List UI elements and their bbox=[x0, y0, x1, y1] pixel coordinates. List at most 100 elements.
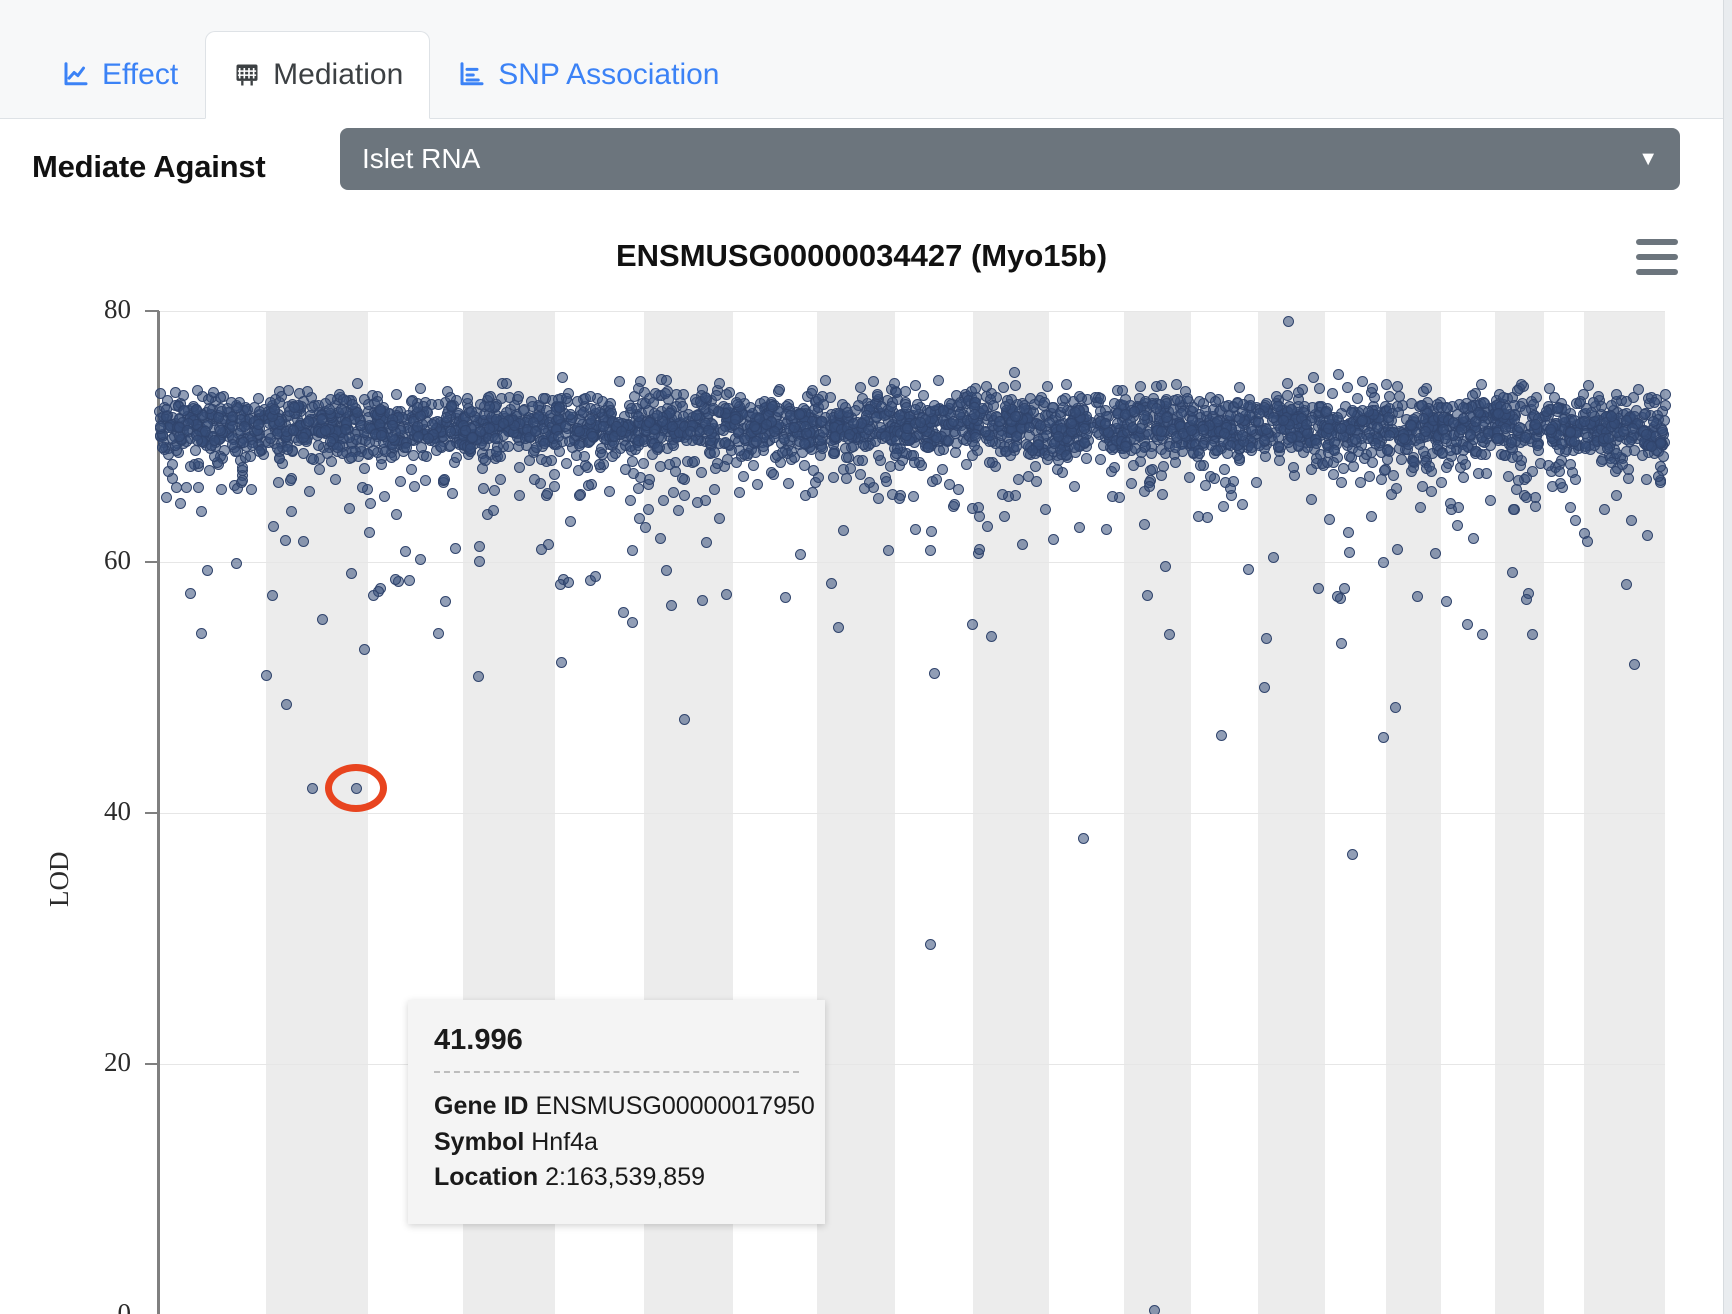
mediation-scatter-plot[interactable]: 02040608012345678910111213141516171819X … bbox=[0, 217, 1723, 1314]
scatter-point bbox=[220, 415, 231, 426]
scatter-point bbox=[376, 430, 387, 441]
scatter-point bbox=[1050, 422, 1061, 433]
scatter-point bbox=[633, 411, 644, 422]
scatter-point bbox=[588, 428, 599, 439]
scatter-point bbox=[1194, 448, 1205, 459]
scatter-point bbox=[903, 426, 914, 437]
tooltip-row-gene-id: Gene ID ENSMUSG00000017950 bbox=[434, 1089, 799, 1125]
scatter-point bbox=[209, 435, 220, 446]
scatter-point bbox=[1094, 413, 1105, 424]
scatter-point bbox=[600, 405, 611, 416]
scatter-point bbox=[1460, 459, 1471, 470]
scatter-point bbox=[254, 414, 265, 425]
scatter-point bbox=[621, 431, 632, 442]
scatter-point bbox=[1571, 398, 1582, 409]
scatter-point bbox=[1361, 429, 1372, 440]
scatter-point bbox=[1244, 394, 1255, 405]
scatter-point bbox=[588, 431, 599, 442]
scatter-point bbox=[896, 409, 907, 420]
scatter-point bbox=[1106, 466, 1117, 477]
scatter-point bbox=[617, 418, 628, 429]
tab-effect[interactable]: Effect bbox=[34, 31, 205, 119]
scatter-point bbox=[759, 409, 770, 420]
scatter-point bbox=[960, 389, 971, 400]
scatter-point bbox=[253, 413, 264, 424]
scatter-point bbox=[1445, 445, 1456, 456]
scatter-point bbox=[598, 421, 609, 432]
scatter-point bbox=[1327, 388, 1338, 399]
scatter-point bbox=[1072, 413, 1083, 424]
scatter-point bbox=[1370, 405, 1381, 416]
scatter-point bbox=[799, 460, 810, 471]
scatter-point bbox=[1060, 393, 1071, 404]
scatter-point bbox=[1329, 445, 1340, 456]
scatter-point bbox=[1100, 418, 1111, 429]
scatter-point bbox=[445, 440, 456, 451]
scatter-point bbox=[789, 419, 800, 430]
scatter-point bbox=[1551, 418, 1562, 429]
scatter-point bbox=[598, 415, 609, 426]
scatter-point bbox=[1213, 423, 1224, 434]
scatter-point bbox=[563, 577, 574, 588]
scatter-point bbox=[566, 414, 577, 425]
scatter-point bbox=[374, 429, 385, 440]
scatter-point bbox=[756, 417, 767, 428]
scatter-point bbox=[943, 408, 954, 419]
tab-mediation[interactable]: Mediation bbox=[205, 31, 430, 119]
scatter-point bbox=[1070, 407, 1081, 418]
page-scrollbar[interactable] bbox=[1723, 0, 1732, 1314]
scatter-point bbox=[1234, 439, 1245, 450]
scatter-point bbox=[1081, 424, 1092, 435]
scatter-point bbox=[1210, 426, 1221, 437]
scatter-point bbox=[1482, 413, 1493, 424]
scatter-point bbox=[1556, 403, 1567, 414]
scatter-point bbox=[1203, 423, 1214, 434]
scatter-point bbox=[385, 439, 396, 450]
scatter-point bbox=[421, 406, 432, 417]
scatter-point bbox=[201, 440, 212, 451]
scatter-point bbox=[800, 408, 811, 419]
scatter-point bbox=[752, 419, 763, 430]
scatter-point bbox=[788, 422, 799, 433]
scatter-point bbox=[196, 628, 207, 639]
scatter-point bbox=[800, 416, 811, 427]
tab-snp-association[interactable]: SNP Association bbox=[430, 31, 746, 119]
scatter-point bbox=[599, 433, 610, 444]
scatter-point bbox=[1221, 422, 1232, 433]
scatter-point bbox=[792, 428, 803, 439]
scatter-point bbox=[920, 441, 931, 452]
scatter-point bbox=[1566, 436, 1577, 447]
scatter-point bbox=[417, 409, 428, 420]
scatter-point bbox=[1441, 462, 1452, 473]
scatter-point bbox=[370, 428, 381, 439]
scatter-point bbox=[1552, 406, 1563, 417]
scatter-point bbox=[1208, 404, 1219, 415]
scatter-point bbox=[240, 452, 251, 463]
scatter-point bbox=[1571, 427, 1582, 438]
scatter-point bbox=[592, 393, 603, 404]
scatter-point bbox=[253, 393, 264, 404]
scatter-point bbox=[378, 437, 389, 448]
scatter-point bbox=[421, 416, 432, 427]
scatter-point bbox=[591, 420, 602, 431]
scatter-point bbox=[754, 415, 765, 426]
scatter-point bbox=[1332, 430, 1343, 441]
scatter-point bbox=[188, 414, 199, 425]
scatter-point bbox=[1557, 424, 1568, 435]
scatter-point bbox=[1239, 415, 1250, 426]
scatter-point bbox=[804, 437, 815, 448]
y-tick-label: 20 bbox=[31, 1047, 131, 1078]
scatter-point bbox=[1480, 449, 1491, 460]
scatter-point bbox=[1225, 440, 1236, 451]
scatter-point bbox=[222, 427, 233, 438]
scatter-point bbox=[923, 442, 934, 453]
scatter-point bbox=[188, 403, 199, 414]
scatter-point bbox=[244, 414, 255, 425]
scatter-point bbox=[926, 414, 937, 425]
mediate-against-select[interactable]: Islet RNA ▼ bbox=[340, 128, 1680, 190]
scatter-point bbox=[401, 437, 412, 448]
tab-bar: Effect bbox=[0, 0, 1732, 119]
scatter-point bbox=[1567, 467, 1578, 478]
scatter-point bbox=[445, 426, 456, 437]
scatter-point bbox=[561, 393, 572, 404]
